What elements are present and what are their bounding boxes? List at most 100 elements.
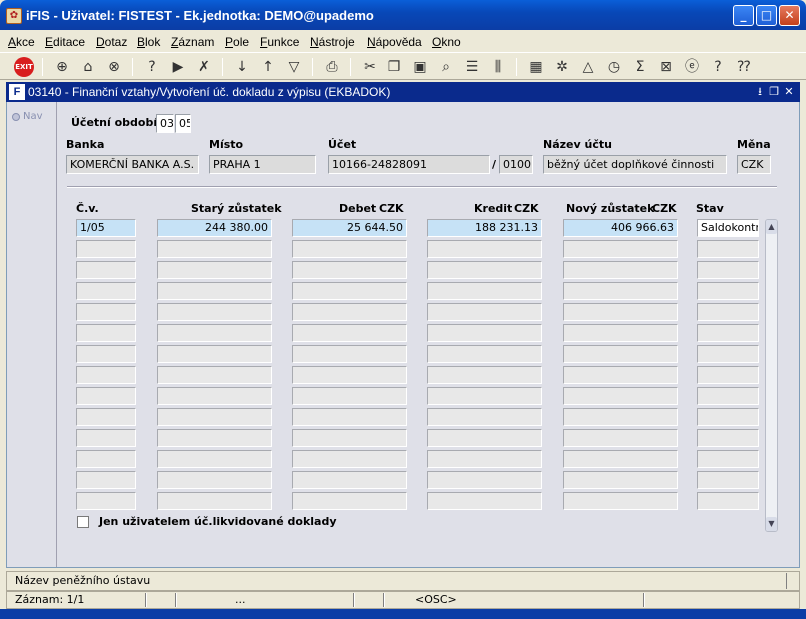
menu-nastroje[interactable]: Nástroje [310, 35, 355, 49]
cell-debit[interactable] [292, 492, 407, 510]
menu-editace[interactable]: Editace [45, 35, 85, 49]
ifis-app-icon[interactable]: ✿ [6, 8, 22, 24]
exit-icon[interactable]: EXIT [14, 57, 34, 77]
cell-debit[interactable] [292, 366, 407, 384]
cell-new-balance[interactable] [563, 282, 678, 300]
cell-old-balance[interactable] [157, 450, 272, 468]
menu-blok[interactable]: Blok [137, 35, 160, 49]
form-restore-icon[interactable]: ❐ [768, 84, 780, 100]
menu-okno[interactable]: Okno [432, 35, 461, 49]
scroll-up-icon[interactable]: ▲ [766, 220, 777, 234]
cell-old-balance[interactable] [157, 492, 272, 510]
minimize-button[interactable]: _ [733, 5, 754, 26]
cell-old-balance[interactable] [157, 387, 272, 405]
clock-icon[interactable]: ◷ [604, 57, 624, 77]
paste-icon[interactable]: ▣ [410, 57, 430, 77]
cell-cv[interactable] [76, 471, 136, 489]
cell-status[interactable] [697, 282, 759, 300]
settings-icon[interactable]: ✲ [552, 57, 572, 77]
cell-debit[interactable] [292, 282, 407, 300]
insert-record-icon[interactable]: ⊕ [52, 57, 72, 77]
cell-new-balance[interactable] [563, 429, 678, 447]
columns-icon[interactable]: ⫼ [488, 57, 508, 77]
enter-query-icon[interactable]: ? [142, 57, 162, 77]
cell-debit[interactable] [292, 450, 407, 468]
menu-zaznam[interactable]: Záznam [171, 35, 214, 49]
cell-credit[interactable] [427, 261, 542, 279]
cell-old-balance[interactable] [157, 324, 272, 342]
lock-icon[interactable]: ⌂ [78, 57, 98, 77]
chart-icon[interactable]: △ [578, 57, 598, 77]
cell-status[interactable] [697, 471, 759, 489]
context-help-icon[interactable]: ⁇ [734, 57, 754, 77]
cell-status[interactable] [697, 324, 759, 342]
cell-new-balance[interactable] [563, 345, 678, 363]
cell-new-balance[interactable] [563, 408, 678, 426]
cell-cv[interactable] [76, 261, 136, 279]
maximize-button[interactable]: □ [756, 5, 777, 26]
menu-napoveda[interactable]: Nápověda [367, 35, 422, 49]
cell-old-balance[interactable] [157, 240, 272, 258]
cell-cv[interactable] [76, 345, 136, 363]
cell-cv[interactable] [76, 282, 136, 300]
cell-cv[interactable] [76, 303, 136, 321]
cell-credit[interactable] [427, 492, 542, 510]
cell-new-balance[interactable] [563, 261, 678, 279]
place-field[interactable]: PRAHA 1 [209, 155, 316, 174]
print-icon[interactable]: ⎙ [322, 57, 342, 77]
cell-status[interactable] [697, 429, 759, 447]
cell-credit[interactable] [427, 282, 542, 300]
calculator-icon[interactable]: ▦ [526, 57, 546, 77]
cell-old-balance[interactable] [157, 345, 272, 363]
menu-funkce[interactable]: Funkce [260, 35, 299, 49]
period-year-field[interactable]: 05 [175, 114, 191, 133]
cell-credit[interactable] [427, 324, 542, 342]
menu-pole[interactable]: Pole [225, 35, 249, 49]
menu-dotaz[interactable]: Dotaz [96, 35, 127, 49]
sum-icon[interactable]: Σ [630, 57, 650, 77]
cell-debit[interactable] [292, 303, 407, 321]
cell-credit[interactable]: 188 231.13 [427, 219, 542, 237]
cell-status[interactable] [697, 387, 759, 405]
cell-status[interactable] [697, 492, 759, 510]
copy-icon[interactable]: ❐ [384, 57, 404, 77]
cell-status[interactable]: Saldokontně [697, 219, 759, 237]
cell-cv[interactable] [76, 450, 136, 468]
cell-status[interactable] [697, 303, 759, 321]
search-icon[interactable]: ⌕ [436, 57, 456, 77]
cell-cv[interactable]: 1/05 [76, 219, 136, 237]
records-scrollbar[interactable]: ▲ ▼ [765, 219, 778, 532]
nav-panel[interactable]: Nav [7, 102, 57, 567]
cell-debit[interactable] [292, 345, 407, 363]
bank-code-field[interactable]: 0100 [499, 155, 533, 174]
cell-new-balance[interactable] [563, 450, 678, 468]
scroll-down-icon[interactable]: ▼ [766, 517, 777, 531]
align-icon[interactable]: ☰ [462, 57, 482, 77]
cell-new-balance[interactable] [563, 324, 678, 342]
cancel-query-icon[interactable]: ✗ [194, 57, 214, 77]
cell-old-balance[interactable] [157, 282, 272, 300]
cell-credit[interactable] [427, 345, 542, 363]
cell-credit[interactable] [427, 240, 542, 258]
cell-new-balance[interactable] [563, 492, 678, 510]
form-minimize-icon[interactable]: ⭳ [754, 84, 766, 100]
bank-field[interactable]: KOMERČNÍ BANKA A.S. [66, 155, 199, 174]
cell-debit[interactable] [292, 324, 407, 342]
cell-credit[interactable] [427, 366, 542, 384]
cell-debit[interactable]: 25 644.50 [292, 219, 407, 237]
nav-radio-icon[interactable] [12, 113, 20, 121]
excel-icon[interactable]: ⊠ [656, 57, 676, 77]
cell-status[interactable] [697, 345, 759, 363]
cell-cv[interactable] [76, 387, 136, 405]
cell-cv[interactable] [76, 408, 136, 426]
cell-old-balance[interactable] [157, 261, 272, 279]
account-field[interactable]: 10166-24828091 [328, 155, 490, 174]
cell-debit[interactable] [292, 261, 407, 279]
cell-new-balance[interactable] [563, 387, 678, 405]
cell-cv[interactable] [76, 492, 136, 510]
cell-old-balance[interactable] [157, 471, 272, 489]
cell-status[interactable] [697, 261, 759, 279]
cell-cv[interactable] [76, 366, 136, 384]
currency-field[interactable]: CZK [737, 155, 771, 174]
cell-old-balance[interactable] [157, 408, 272, 426]
